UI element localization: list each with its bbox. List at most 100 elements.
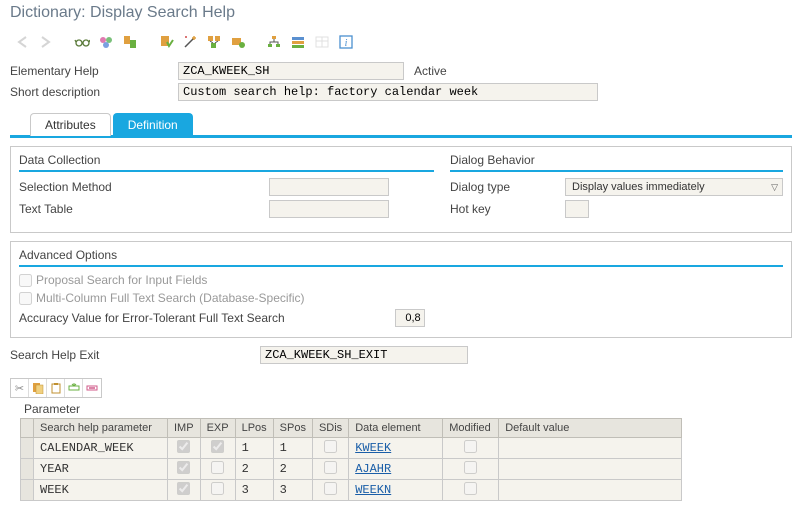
nav-forward-button (36, 32, 56, 52)
cell-spos[interactable]: 3 (273, 480, 312, 501)
tool-other-object-button[interactable] (120, 32, 140, 52)
wand-icon (182, 34, 198, 50)
hot-key-label: Hot key (450, 202, 565, 216)
row-handle[interactable] (21, 459, 34, 480)
tool-palette-button[interactable] (96, 32, 116, 52)
cell-lpos[interactable]: 2 (235, 459, 273, 480)
grid-copy-button[interactable] (29, 379, 47, 397)
tab-attributes[interactable]: Attributes (30, 113, 111, 136)
table-row[interactable]: CALENDAR_WEEK 11 KWEEK (21, 438, 682, 459)
cell-param[interactable]: WEEK (34, 480, 168, 501)
cell-modified[interactable] (443, 438, 499, 459)
tool-glasses-button[interactable] (72, 32, 92, 52)
cell-default[interactable] (499, 438, 682, 459)
tab-strip: Attributes Definition (10, 112, 792, 138)
cell-sdis[interactable] (312, 480, 348, 501)
delete-row-icon (86, 382, 98, 394)
nav-back-button (12, 32, 32, 52)
tool-hierarchy-button[interactable] (264, 32, 284, 52)
hierarchy-icon (266, 34, 282, 50)
cell-imp[interactable] (168, 438, 201, 459)
col-spos[interactable]: SPos (273, 419, 312, 438)
table-row[interactable]: WEEK 33 WEEKN (21, 480, 682, 501)
dialog-type-select[interactable]: Display values immediately ▽ (565, 178, 783, 196)
tab-definition[interactable]: Definition (113, 113, 193, 136)
tool-table-button (312, 32, 332, 52)
grid-delete-button[interactable] (83, 379, 101, 397)
cell-spos[interactable]: 2 (273, 459, 312, 480)
exit-field[interactable] (260, 346, 468, 364)
tool-activate-button[interactable] (180, 32, 200, 52)
text-table-field[interactable] (269, 200, 389, 218)
glasses-icon (74, 34, 90, 50)
palette-icon (98, 34, 114, 50)
col-lpos[interactable]: LPos (235, 419, 273, 438)
advanced-title: Advanced Options (19, 248, 783, 262)
col-imp[interactable]: IMP (168, 419, 201, 438)
append-icon (290, 34, 306, 50)
hot-key-field[interactable] (565, 200, 589, 218)
cell-lpos[interactable]: 3 (235, 480, 273, 501)
elementary-help-field[interactable] (178, 62, 404, 80)
col-default[interactable]: Default value (499, 419, 682, 438)
cell-lpos[interactable]: 1 (235, 438, 273, 459)
tool-display-button[interactable] (228, 32, 248, 52)
col-param[interactable]: Search help parameter (34, 419, 168, 438)
table-row[interactable]: YEAR 22 AJAHR (21, 459, 682, 480)
row-handle[interactable] (21, 480, 34, 501)
cell-param[interactable]: YEAR (34, 459, 168, 480)
grid-insert-button[interactable] (65, 379, 83, 397)
elementary-help-label: Elementary Help (10, 64, 178, 78)
col-elem[interactable]: Data element (349, 419, 443, 438)
tool-info-button[interactable]: i (336, 32, 356, 52)
cell-sdis[interactable] (312, 438, 348, 459)
col-sdis[interactable]: SDis (312, 419, 348, 438)
col-modified[interactable]: Modified (443, 419, 499, 438)
cell-elem[interactable]: AJAHR (349, 459, 443, 480)
cell-exp[interactable] (200, 438, 235, 459)
cell-sdis[interactable] (312, 459, 348, 480)
short-desc-label: Short description (10, 85, 178, 99)
cell-exp[interactable] (200, 480, 235, 501)
cell-param[interactable]: CALENDAR_WEEK (34, 438, 168, 459)
cell-elem[interactable]: WEEKN (349, 480, 443, 501)
grid-toolbar: ✂ (10, 378, 102, 398)
cell-default[interactable] (499, 480, 682, 501)
dialog-type-value: Display values immediately (572, 181, 705, 193)
proposal-checkbox (19, 274, 32, 287)
scissors-icon: ✂ (15, 382, 24, 395)
cell-spos[interactable]: 1 (273, 438, 312, 459)
object-swap-icon (122, 34, 138, 50)
col-exp[interactable]: EXP (200, 419, 235, 438)
accuracy-field[interactable] (395, 309, 425, 327)
dialog-type-label: Dialog type (450, 180, 565, 194)
tool-check-button[interactable] (156, 32, 176, 52)
table-icon (314, 34, 330, 50)
main-toolbar: i (0, 30, 802, 60)
dialog-behavior-title: Dialog Behavior (450, 153, 783, 167)
exit-label: Search Help Exit (10, 348, 260, 362)
chevron-down-icon: ▽ (771, 182, 778, 193)
page-title: Dictionary: Display Search Help (0, 0, 802, 30)
copy-icon (32, 382, 44, 394)
grid-cut-button[interactable]: ✂ (11, 379, 29, 397)
cell-default[interactable] (499, 459, 682, 480)
arrow-left-icon (14, 34, 30, 50)
tool-append-button[interactable] (288, 32, 308, 52)
tool-where-used-button[interactable] (204, 32, 224, 52)
grid-paste-button[interactable] (47, 379, 65, 397)
cell-modified[interactable] (443, 480, 499, 501)
short-desc-field[interactable] (178, 83, 598, 101)
multicol-checkbox (19, 292, 32, 305)
row-handle[interactable] (21, 438, 34, 459)
cell-imp[interactable] (168, 480, 201, 501)
arrow-right-icon (38, 34, 54, 50)
cell-elem[interactable]: KWEEK (349, 438, 443, 459)
cell-modified[interactable] (443, 459, 499, 480)
cell-imp[interactable] (168, 459, 201, 480)
where-used-icon (206, 34, 222, 50)
info-icon: i (338, 34, 354, 50)
multicol-label: Multi-Column Full Text Search (Database-… (36, 291, 305, 305)
cell-exp[interactable] (200, 459, 235, 480)
selection-method-field[interactable] (269, 178, 389, 196)
